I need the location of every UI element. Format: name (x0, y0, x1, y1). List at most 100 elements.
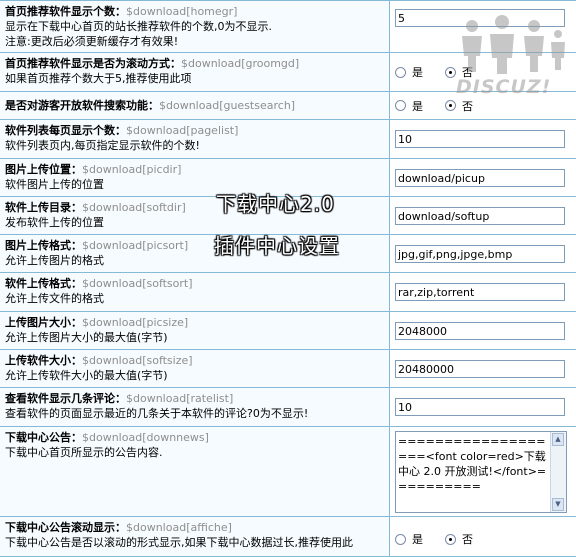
setting-description: 允许上传软件大小的最大值(字节) (5, 369, 168, 382)
setting-row-ratelist: 查看软件显示几条评论：$download[ratelist] 查看软件的页面显示… (0, 388, 576, 427)
setting-label-cell: 软件上传目录：$download[softdir] 发布软件上传的位置 (0, 197, 390, 234)
downnews-textarea[interactable]: ===================<font color=red>下载中心 … (395, 431, 567, 513)
affiche-radio-group: 是 否 (395, 531, 495, 547)
picsize-input[interactable]: 2048000 (395, 321, 565, 340)
setting-description: 允许上传图片的格式 (5, 254, 104, 267)
yes-label: 是 (412, 99, 423, 113)
setting-row-groomgd: 首页推荐软件显示是否为滚动方式：$download[groomgd] 如果首页推… (0, 53, 576, 92)
no-label: 否 (462, 533, 473, 546)
setting-label-cell: 上传软件大小：$download[softsize] 允许上传软件大小的最大值(… (0, 350, 390, 387)
no-label: 否 (462, 66, 473, 79)
setting-description: 允许上传图片大小的最大值(字节) (5, 331, 168, 344)
setting-label-cell: 软件列表每页显示个数：$download[pagelist] 软件列表页内,每页… (0, 120, 390, 158)
setting-label-cell: 图片上传格式：$download[picsort] 允许上传图片的格式 (0, 235, 390, 272)
softsort-input[interactable]: rar,zip,torrent (395, 283, 565, 301)
setting-row-homegr: 首页推荐软件显示个数：$download[homegr] 显示在下载中心首页的站… (0, 1, 576, 53)
setting-value-cell: 5 (390, 1, 576, 52)
setting-value-cell: 10 (390, 388, 576, 426)
yes-label: 是 (412, 66, 423, 79)
setting-value-cell: 10 (390, 120, 576, 158)
setting-variable: $download[softsort] (82, 277, 193, 290)
setting-title: 首页推荐软件显示是否为滚动方式： (5, 57, 181, 70)
softsize-input[interactable]: 20480000 (395, 359, 565, 378)
softdir-input[interactable]: download/softup (395, 206, 565, 225)
pagelist-input[interactable]: 10 (395, 130, 565, 148)
groomgd-yes-radio[interactable] (395, 66, 406, 78)
setting-row-softdir: 软件上传目录：$download[softdir] 发布软件上传的位置 down… (0, 197, 576, 235)
guestsearch-radio-group: 是 否 (395, 98, 495, 114)
setting-title: 首页推荐软件显示个数： (5, 5, 126, 18)
setting-label-cell: 下载中心公告：$download[downnews] 下载中心首页所显示的公告内… (0, 427, 390, 516)
setting-title: 软件上传格式： (5, 277, 82, 290)
setting-variable: $download[softsize] (82, 354, 193, 367)
setting-label-cell: 首页推荐软件显示是否为滚动方式：$download[groomgd] 如果首页推… (0, 53, 390, 91)
setting-label-cell: 首页推荐软件显示个数：$download[homegr] 显示在下载中心首页的站… (0, 1, 390, 52)
downnews-text: ===================<font color=red>下载中心 … (398, 435, 547, 493)
setting-value-cell: 2048000 (390, 312, 576, 349)
setting-row-picsize: 上传图片大小：$download[picsize] 允许上传图片大小的最大值(字… (0, 312, 576, 350)
scroll-down-arrow-icon[interactable]: ▼ (552, 498, 564, 511)
setting-value-cell: 是 否 (390, 53, 576, 91)
setting-row-picsort: 图片上传格式：$download[picsort] 允许上传图片的格式 jpg,… (0, 235, 576, 273)
no-label: 否 (462, 99, 473, 113)
setting-description: 发布软件上传的位置 (5, 216, 104, 229)
setting-row-softsize: 上传软件大小：$download[softsize] 允许上传软件大小的最大值(… (0, 350, 576, 388)
setting-description: 下载中心公告是否以滚动的形式显示,如果下载中心数据过长,推荐使用此 (5, 536, 353, 549)
setting-row-softsort: 软件上传格式：$download[softsort] 允许上传文件的格式 rar… (0, 273, 576, 312)
setting-row-pagelist: 软件列表每页显示个数：$download[pagelist] 软件列表页内,每页… (0, 120, 576, 159)
groomgd-no-radio[interactable] (445, 66, 456, 78)
setting-variable: $download[guestsearch] (159, 99, 296, 112)
setting-variable: $download[picdir] (82, 163, 182, 176)
setting-title: 查看软件显示几条评论： (5, 392, 126, 405)
setting-label-cell: 查看软件显示几条评论：$download[ratelist] 查看软件的页面显示… (0, 388, 390, 426)
homegr-input[interactable]: 5 (395, 9, 565, 27)
settings-table: 首页推荐软件显示个数：$download[homegr] 显示在下载中心首页的站… (0, 0, 576, 557)
setting-variable: $download[downnews] (82, 431, 209, 444)
setting-value-cell: download/picup (390, 159, 576, 196)
setting-description: 软件列表页内,每页指定显示软件的个数! (5, 139, 200, 152)
setting-value-cell: ===================<font color=red>下载中心 … (390, 427, 576, 516)
setting-row-guestsearch: 是否对游客开放软件搜索功能：$download[guestsearch] 是 否 (0, 92, 576, 120)
setting-value-cell: 是 否 (390, 92, 576, 119)
guestsearch-yes-radio[interactable] (395, 100, 406, 111)
setting-title: 上传软件大小： (5, 354, 82, 367)
setting-title: 图片上传格式： (5, 239, 82, 252)
setting-title: 是否对游客开放软件搜索功能： (5, 99, 159, 112)
setting-variable: $download[picsize] (82, 316, 189, 329)
setting-label-cell: 下载中心公告滚动显示：$download[affiche] 下载中心公告是否以滚… (0, 517, 390, 556)
affiche-yes-radio[interactable] (395, 533, 406, 545)
setting-row-downnews: 下载中心公告：$download[downnews] 下载中心首页所显示的公告内… (0, 427, 576, 517)
setting-variable: $download[affiche] (126, 521, 232, 534)
setting-label-cell: 图片上传位置：$download[picdir] 软件图片上传的位置 (0, 159, 390, 196)
setting-label-cell: 是否对游客开放软件搜索功能：$download[guestsearch] (0, 92, 390, 119)
setting-description: 查看软件的页面显示最近的几条关于本软件的评论?0为不显示! (5, 407, 309, 420)
setting-title: 图片上传位置： (5, 163, 82, 176)
setting-row-affiche: 下载中心公告滚动显示：$download[affiche] 下载中心公告是否以滚… (0, 517, 576, 557)
setting-row-picdir: 图片上传位置：$download[picdir] 软件图片上传的位置 downl… (0, 159, 576, 197)
picdir-input[interactable]: download/picup (395, 168, 565, 187)
affiche-no-radio[interactable] (445, 533, 456, 545)
setting-variable: $download[softdir] (82, 201, 186, 214)
setting-note: 注意:更改后必须更新缓存才有效果! (5, 35, 179, 48)
guestsearch-no-radio[interactable] (445, 100, 456, 111)
setting-title: 软件列表每页显示个数： (5, 124, 126, 137)
setting-variable: $download[homegr] (126, 5, 238, 18)
setting-variable: $download[groomgd] (181, 57, 300, 70)
setting-label-cell: 软件上传格式：$download[softsort] 允许上传文件的格式 (0, 273, 390, 311)
setting-title: 下载中心公告： (5, 431, 82, 444)
setting-variable: $download[pagelist] (126, 124, 239, 137)
setting-description: 允许上传文件的格式 (5, 292, 104, 305)
setting-variable: $download[ratelist] (126, 392, 234, 405)
setting-description: 显示在下载中心首页的站长推荐软件的个数,0为不显示. (5, 20, 272, 33)
setting-description: 如果首页推荐个数大于5,推荐使用此项 (5, 72, 192, 85)
setting-title: 软件上传目录： (5, 201, 82, 214)
textarea-scrollbar[interactable]: ▲ ▼ (550, 432, 566, 512)
setting-value-cell: download/softup (390, 197, 576, 234)
ratelist-input[interactable]: 10 (395, 398, 565, 416)
setting-value-cell: rar,zip,torrent (390, 273, 576, 311)
setting-value-cell: 是 否 (390, 517, 576, 556)
picsort-input[interactable]: jpg,gif,png,jpge,bmp (395, 244, 565, 263)
setting-description: 下载中心首页所显示的公告内容. (5, 446, 163, 459)
groomgd-radio-group: 是 否 (395, 64, 495, 80)
scroll-up-arrow-icon[interactable]: ▲ (552, 433, 564, 446)
